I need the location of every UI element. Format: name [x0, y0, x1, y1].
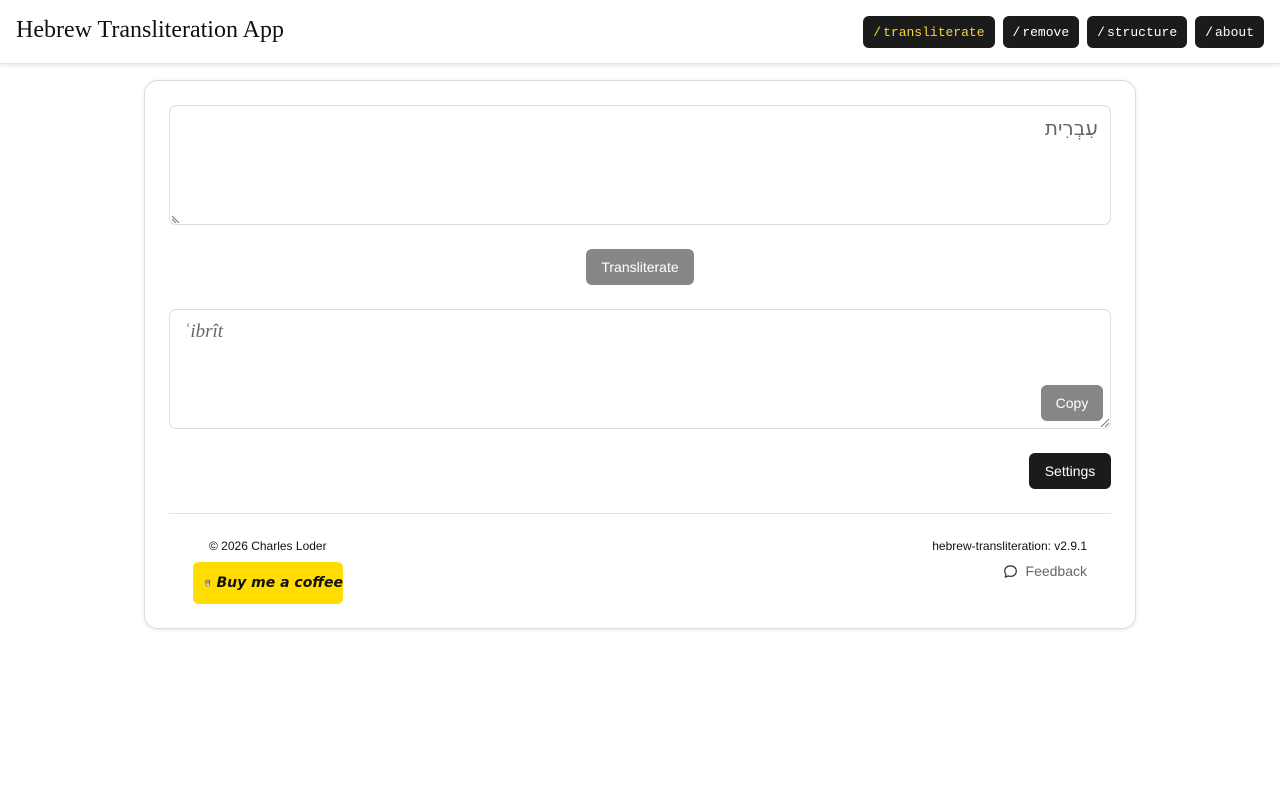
nav-structure[interactable]: / structure: [1087, 16, 1188, 48]
copyright-text: © 2026 Charles Loder: [209, 539, 327, 553]
buy-me-a-coffee-button[interactable]: Buy me a coffee: [193, 562, 343, 604]
nav-transliterate[interactable]: / transliterate: [863, 16, 995, 48]
nav-label: remove: [1022, 24, 1070, 40]
version-text: hebrew-transliteration: v2.9.1: [932, 539, 1087, 553]
app-title: Hebrew Transliteration App: [16, 17, 284, 43]
coffee-label: Buy me a coffee: [216, 575, 343, 591]
main-card: עִבְרִית Transliterate ʿibrît Copy Setti…: [144, 80, 1136, 629]
resize-handle-icon[interactable]: [1100, 418, 1109, 427]
feedback-link[interactable]: Feedback: [1003, 563, 1087, 579]
transliterate-button[interactable]: Transliterate: [586, 249, 694, 285]
hebrew-input-value: עִבְרִית: [1044, 116, 1098, 140]
coffee-cup-icon: [205, 579, 211, 587]
nav-slash: /: [1012, 24, 1021, 40]
top-bar: Hebrew Transliteration App / translitera…: [0, 0, 1280, 64]
nav-slash: /: [873, 24, 882, 40]
main-nav: / transliterate / remove / structure / a…: [863, 16, 1264, 48]
chat-bubble-icon: [1003, 564, 1017, 578]
nav-label: structure: [1106, 24, 1178, 40]
nav-remove[interactable]: / remove: [1002, 16, 1080, 48]
nav-label: transliterate: [883, 24, 985, 40]
transliteration-output-value: ʿibrît: [184, 321, 224, 342]
copy-button[interactable]: Copy: [1041, 385, 1103, 421]
hebrew-input-field[interactable]: עִבְרִית: [169, 105, 1111, 225]
transliteration-output-field[interactable]: ʿibrît Copy: [169, 309, 1111, 429]
nav-slash: /: [1097, 24, 1105, 40]
nav-about[interactable]: / about: [1195, 16, 1264, 48]
resize-handle-icon[interactable]: [172, 215, 180, 223]
nav-slash: /: [1205, 24, 1213, 40]
settings-button[interactable]: Settings: [1029, 453, 1111, 489]
footer-divider: [169, 513, 1111, 514]
feedback-label: Feedback: [1025, 563, 1087, 579]
nav-label: about: [1214, 24, 1254, 40]
